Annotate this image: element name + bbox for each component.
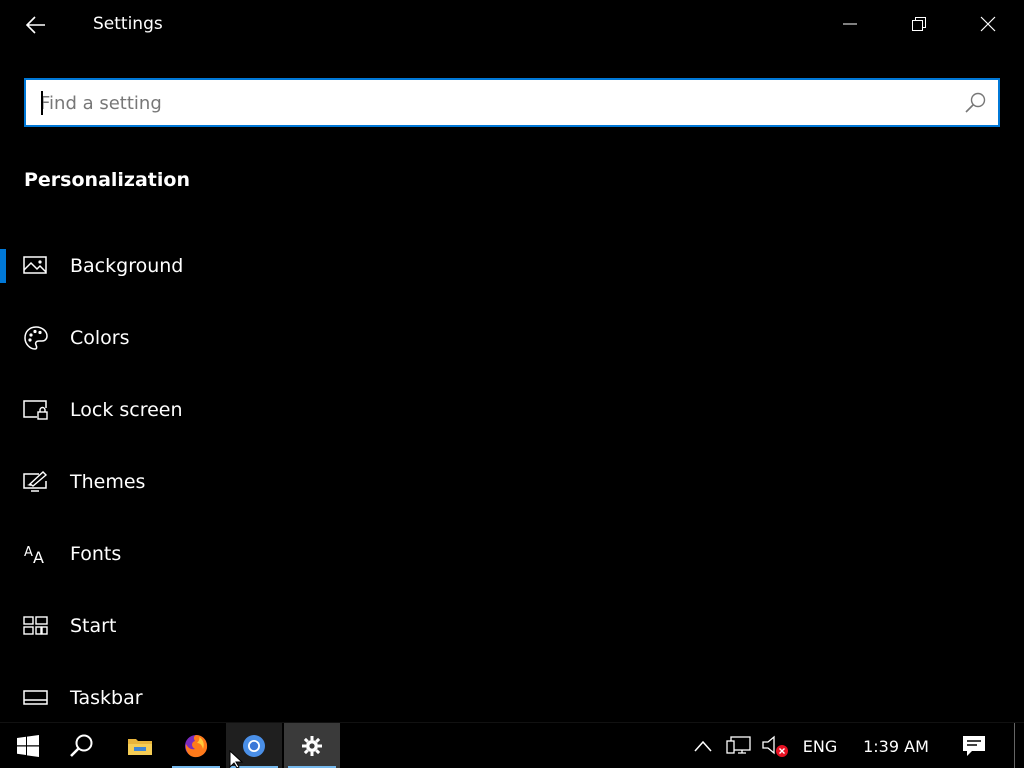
nav-item-themes[interactable]: Themes	[0, 446, 400, 518]
restore-icon	[912, 17, 926, 31]
folder-icon	[128, 739, 152, 755]
section-title: Personalization	[24, 169, 190, 191]
clock[interactable]: 1:39 AM	[852, 723, 940, 768]
search-icon[interactable]	[964, 91, 988, 115]
fonts-icon: A A	[22, 540, 50, 568]
title-bar: Settings	[0, 0, 1024, 50]
nav-item-lock-screen[interactable]: Lock screen	[0, 374, 400, 446]
close-icon	[980, 16, 996, 32]
action-center-button[interactable]	[950, 723, 998, 768]
notification-icon	[963, 736, 985, 756]
chevron-up-icon	[694, 740, 712, 752]
start-button[interactable]	[0, 723, 56, 768]
image-icon	[22, 252, 50, 280]
firefox-icon	[185, 735, 208, 758]
show-hidden-icons-button[interactable]	[688, 723, 718, 768]
gear-icon	[302, 736, 322, 756]
nav-item-label: Colors	[70, 327, 130, 349]
show-desktop-button[interactable]	[1014, 723, 1024, 768]
mouse-cursor-icon	[229, 750, 244, 768]
themes-icon	[22, 468, 50, 496]
taskbar-search-button[interactable]	[54, 723, 110, 768]
minimize-icon	[843, 23, 857, 25]
lock-screen-icon	[22, 396, 50, 424]
restore-button[interactable]	[896, 4, 942, 44]
palette-icon	[22, 324, 50, 352]
volume-button[interactable]	[758, 723, 792, 768]
input-language-indicator[interactable]: ENG	[796, 723, 844, 768]
search-input[interactable]	[40, 88, 940, 118]
windows-logo-icon	[17, 735, 39, 757]
nav-item-start[interactable]: Start	[0, 590, 400, 662]
nav-item-background[interactable]: Background	[0, 230, 400, 302]
taskbar-icon	[22, 684, 50, 712]
minimize-button[interactable]	[827, 4, 873, 44]
taskbar: ENG 1:39 AM	[0, 722, 1024, 768]
settings-button[interactable]	[284, 723, 340, 768]
file-explorer-button[interactable]	[112, 723, 168, 768]
back-button[interactable]	[14, 6, 58, 44]
close-button[interactable]	[965, 4, 1011, 44]
firefox-button[interactable]	[168, 723, 224, 768]
network-button[interactable]	[722, 723, 756, 768]
svg-text:A: A	[33, 548, 44, 566]
nav-list: Background Colors Lock screen Themes A A…	[0, 230, 400, 734]
start-layout-icon	[22, 612, 50, 640]
network-icon	[726, 736, 751, 754]
search-box[interactable]	[24, 78, 1000, 127]
nav-item-fonts[interactable]: A A Fonts	[0, 518, 400, 590]
back-arrow-icon	[26, 16, 45, 34]
search-icon	[70, 734, 93, 757]
nav-item-label: Taskbar	[70, 687, 143, 709]
text-caret	[41, 91, 43, 115]
nav-item-colors[interactable]: Colors	[0, 302, 400, 374]
nav-item-label: Start	[70, 615, 117, 637]
svg-text:A: A	[24, 545, 33, 560]
nav-item-label: Themes	[70, 471, 146, 493]
volume-muted-icon	[762, 735, 788, 757]
nav-item-label: Background	[70, 255, 184, 277]
window-title: Settings	[93, 14, 163, 34]
nav-item-label: Fonts	[70, 543, 122, 565]
nav-item-label: Lock screen	[70, 399, 183, 421]
